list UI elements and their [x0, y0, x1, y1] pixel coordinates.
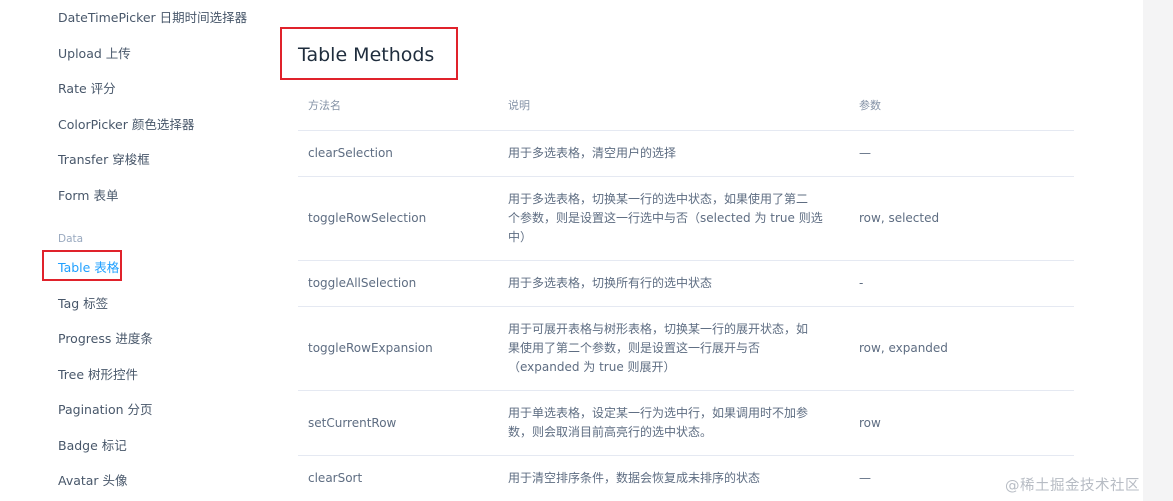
page-gutter [1143, 0, 1173, 501]
method-params: — [859, 471, 871, 485]
sidebar-item-colorpicker[interactable]: ColorPicker 颜色选择器 [58, 116, 194, 134]
method-description: 用于可展开表格与树形表格，切换某一行的展开状态，如 果使用了第二个参数，则是设置… [508, 320, 833, 377]
sidebar-group-label: Data [58, 233, 84, 245]
row-divider [298, 306, 1074, 307]
column-header-description: 说明 [508, 99, 530, 112]
page-title: Table Methods [298, 44, 435, 66]
method-name: setCurrentRow [308, 416, 397, 430]
description-line: 个参数，则是设置这一行选中与否（selected 为 true 则选 [508, 211, 823, 225]
method-params: row [859, 416, 881, 430]
method-name: toggleAllSelection [308, 276, 417, 290]
sidebar-item-transfer[interactable]: Transfer 穿梭框 [58, 151, 150, 169]
description-line: 用于单选表格，设定某一行为选中行，如果调用时不加参 [508, 406, 809, 420]
method-name: clearSelection [308, 146, 393, 160]
sidebar-item-progress[interactable]: Progress 进度条 [58, 330, 153, 348]
sidebar-item-tree[interactable]: Tree 树形控件 [58, 366, 138, 384]
method-description: 用于清空排序条件，数据会恢复成未排序的状态 [508, 471, 761, 485]
sidebar-nav: DateTimePicker 日期时间选择器 Upload 上传 Rate 评分… [0, 0, 250, 501]
method-params: - [859, 276, 864, 290]
description-line: 果使用了第二个参数，则是设置这一行展开与否 [508, 341, 761, 355]
sidebar-item-badge[interactable]: Badge 标记 [58, 437, 127, 455]
row-divider [298, 176, 1074, 177]
method-description: 用于多选表格，清空用户的选择 [508, 146, 677, 160]
method-name: toggleRowExpansion [308, 341, 433, 355]
row-divider [298, 455, 1074, 456]
description-line: 用于多选表格，切换某一行的选中状态，如果使用了第二 [508, 192, 809, 206]
sidebar-item-avatar[interactable]: Avatar 头像 [58, 472, 128, 490]
row-divider [298, 130, 1074, 131]
method-params: row, selected [859, 211, 940, 225]
column-header-params: 参数 [859, 99, 881, 112]
method-params: — [859, 146, 871, 160]
row-divider [298, 260, 1074, 261]
method-description: 用于多选表格，切换所有行的选中状态 [508, 276, 713, 290]
sidebar-item-datetimepicker[interactable]: DateTimePicker 日期时间选择器 [58, 9, 247, 27]
column-header-name: 方法名 [308, 99, 341, 112]
row-divider [298, 390, 1074, 391]
description-line: 中） [508, 230, 533, 244]
sidebar-item-pagination[interactable]: Pagination 分页 [58, 401, 153, 419]
method-name: toggleRowSelection [308, 211, 427, 225]
method-description: 用于单选表格，设定某一行为选中行，如果调用时不加参 数，则会取消目前高亮行的选中… [508, 404, 833, 442]
description-line: 数，则会取消目前高亮行的选中状态。 [508, 425, 713, 439]
watermark: @稀土掘金技术社区 [1005, 478, 1140, 494]
method-description: 用于多选表格，切换某一行的选中状态，如果使用了第二 个参数，则是设置这一行选中与… [508, 190, 833, 247]
sidebar-item-table[interactable]: Table 表格 [58, 259, 119, 277]
sidebar-item-upload[interactable]: Upload 上传 [58, 45, 131, 63]
method-params: row, expanded [859, 341, 948, 355]
sidebar-item-rate[interactable]: Rate 评分 [58, 80, 116, 98]
method-name: clearSort [308, 471, 363, 485]
description-line: （expanded 为 true 则展开） [508, 360, 676, 374]
sidebar-item-tag[interactable]: Tag 标签 [58, 295, 108, 313]
sidebar-item-form[interactable]: Form 表单 [58, 187, 118, 205]
description-line: 用于可展开表格与树形表格，切换某一行的展开状态，如 [508, 322, 809, 336]
